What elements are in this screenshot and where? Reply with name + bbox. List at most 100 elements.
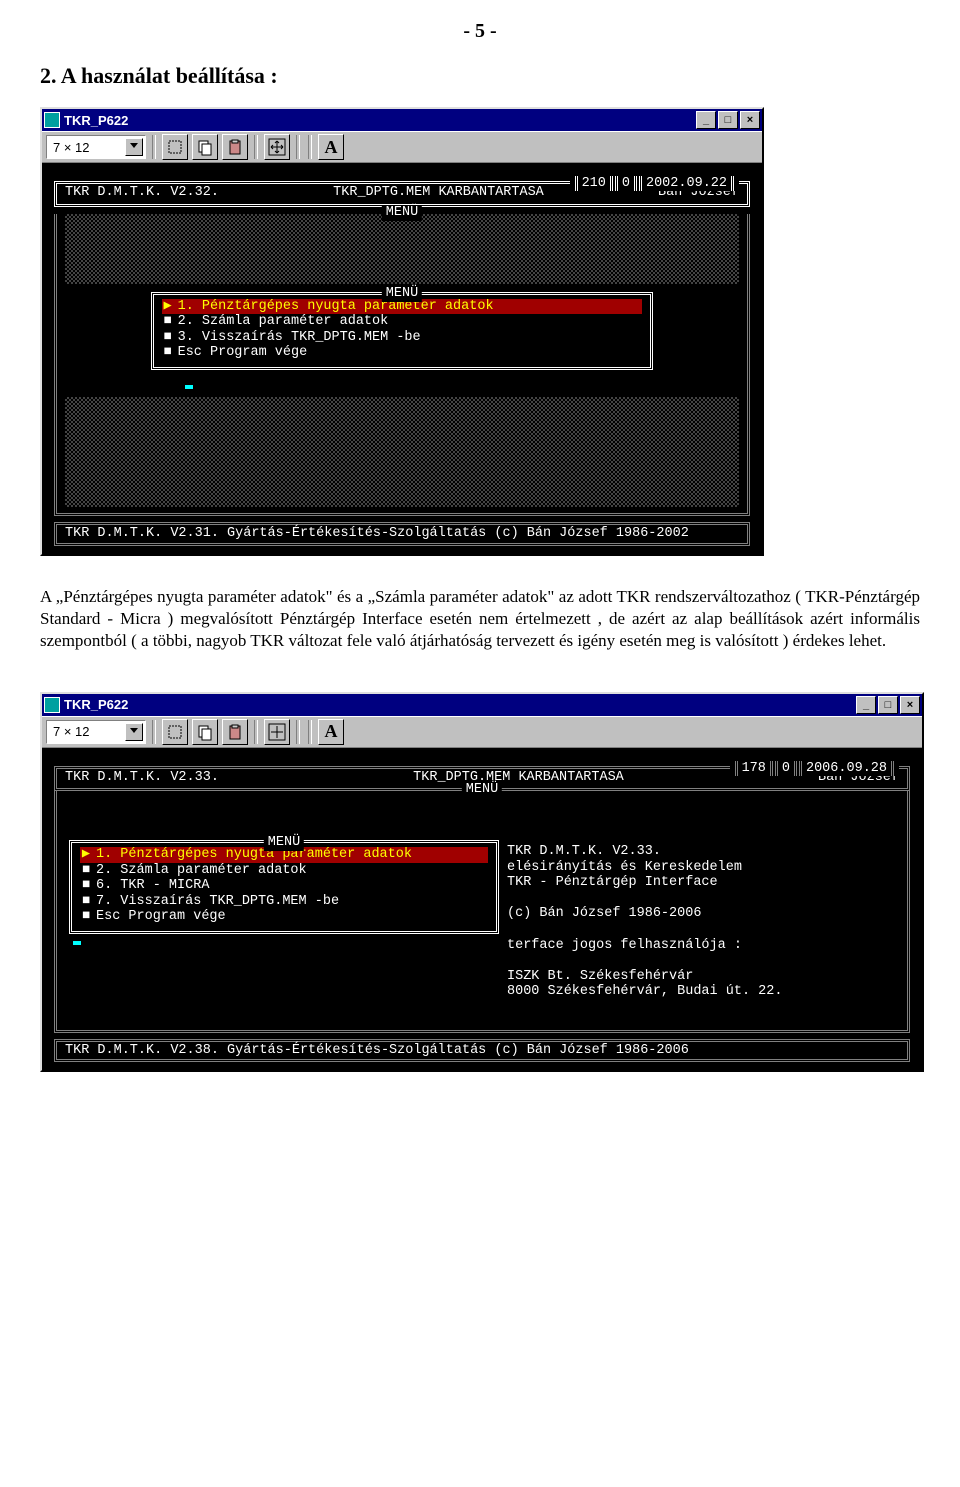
paste-icon[interactable] <box>222 719 248 745</box>
titlebar[interactable]: TKR_P622 _ □ × <box>42 694 922 716</box>
menu-title: MENÜ <box>382 286 422 302</box>
maximize-button[interactable]: □ <box>878 696 898 714</box>
info-line: ISZK Bt. Székesfehérvár <box>507 969 899 985</box>
move-icon[interactable] <box>264 719 290 745</box>
menu-item-label: 2. Számla paraméter adatok <box>174 314 643 330</box>
bullet-icon: ■ <box>80 909 92 925</box>
toolbar-separator <box>152 135 156 159</box>
font-size-select[interactable]: 7 × 12 <box>46 720 146 744</box>
toolbar: 7 × 12 A <box>42 131 762 163</box>
status-right: 2002.09.22 <box>639 176 734 192</box>
dos-menu: MENÜ ▶1. Pénztárgépes nyugta paraméter a… <box>69 840 499 934</box>
dos-header-box: 210 0 2002.09.22 TKR D.M.T.K. V2.32. TKR… <box>54 181 750 207</box>
font-size-value: 7 × 12 <box>53 724 90 739</box>
info-line <box>507 922 899 938</box>
section-title: 2. A használat beállítása : <box>40 63 920 89</box>
status-mid: 0 <box>615 176 637 192</box>
window-2: TKR_P622 _ □ × 7 × 12 <box>40 692 924 1072</box>
select-tool-icon[interactable] <box>162 719 188 745</box>
bullet-icon: ■ <box>80 894 92 910</box>
font-size-value: 7 × 12 <box>53 140 90 155</box>
app-version: TKR D.M.T.K. V2.32. <box>65 185 219 201</box>
dos-subheader-box: MENÜ MENÜ ▶1. Pénztárgépes nyugta paramé… <box>54 214 750 517</box>
move-icon[interactable] <box>264 134 290 160</box>
select-tool-icon[interactable] <box>162 134 188 160</box>
menu-item[interactable]: ■2. Számla paraméter adatok <box>162 314 643 330</box>
toolbar-separator <box>152 720 156 744</box>
menu-title: MENÜ <box>264 835 304 851</box>
menu-item[interactable]: ■7. Visszaírás TKR_DPTG.MEM -be <box>80 894 488 910</box>
menu-item-label: Esc Program vége <box>174 345 643 361</box>
menu-item[interactable]: ■6. TKR - MICRA <box>80 878 488 894</box>
subheader-label: MENÜ <box>462 782 502 798</box>
window-1: TKR_P622 _ □ × 7 × 12 <box>40 107 764 556</box>
status-segment: 210 0 2002.09.22 <box>570 176 739 192</box>
close-button[interactable]: × <box>900 696 920 714</box>
pointer-icon: ▶ <box>80 847 92 863</box>
minimize-button[interactable]: _ <box>856 696 876 714</box>
font-button[interactable]: A <box>318 134 344 160</box>
screen-title: TKR_DPTG.MEM KARBANTARTASA <box>413 770 624 786</box>
info-line <box>507 891 899 907</box>
dos-body-box: MENÜ MENÜ ▶1. Pénztárgépes nyugta paramé… <box>54 790 910 1032</box>
page-number: - 5 - <box>40 20 920 43</box>
menu-item-label: 3. Visszaírás TKR_DPTG.MEM -be <box>174 330 643 346</box>
cursor-icon <box>73 941 81 945</box>
close-button[interactable]: × <box>740 111 760 129</box>
info-line: 8000 Székesfehérvár, Budai út. 22. <box>507 984 899 1000</box>
body-paragraph: A „Pénztárgépes nyugta paraméter adatok"… <box>40 586 920 652</box>
menu-item-label: 7. Visszaírás TKR_DPTG.MEM -be <box>92 894 488 910</box>
cursor-icon <box>185 385 193 389</box>
menu-item[interactable]: ■Esc Program vége <box>162 345 643 361</box>
info-line <box>507 953 899 969</box>
bullet-icon: ■ <box>162 314 174 330</box>
app-version: TKR D.M.T.K. V2.33. <box>65 770 219 786</box>
menu-item[interactable]: ■Esc Program vége <box>80 909 488 925</box>
pointer-icon: ▶ <box>162 299 174 315</box>
app-icon <box>44 112 60 128</box>
font-button[interactable]: A <box>318 719 344 745</box>
footer-text: TKR D.M.T.K. V2.38. Gyártás-Értékesítés-… <box>65 1043 689 1058</box>
status-left: 178 <box>735 761 773 777</box>
toolbar-separator <box>308 720 312 744</box>
status-left: 210 <box>575 176 613 192</box>
maximize-button[interactable]: □ <box>718 111 738 129</box>
bullet-icon: ■ <box>80 863 92 879</box>
menu-item[interactable]: ■3. Visszaírás TKR_DPTG.MEM -be <box>162 330 643 346</box>
copy-icon[interactable] <box>192 719 218 745</box>
subheader-label: MENÜ <box>382 205 422 221</box>
toolbar-separator <box>296 720 300 744</box>
dos-footer-box: TKR D.M.T.K. V2.38. Gyártás-Értékesítés-… <box>54 1039 910 1063</box>
paste-icon[interactable] <box>222 134 248 160</box>
menu-item-label: Esc Program vége <box>92 909 488 925</box>
bullet-icon: ■ <box>162 330 174 346</box>
toolbar-separator <box>308 135 312 159</box>
titlebar[interactable]: TKR_P622 _ □ × <box>42 109 762 131</box>
dos-screen: 210 0 2002.09.22 TKR D.M.T.K. V2.32. TKR… <box>42 163 762 554</box>
info-line: elésirányítás és Kereskedelem <box>507 860 899 876</box>
menu-item[interactable]: ■2. Számla paraméter adatok <box>80 863 488 879</box>
dos-fill-area <box>65 397 739 507</box>
dos-screen: 178 0 2006.09.28 TKR D.M.T.K. V2.33. TKR… <box>42 748 922 1070</box>
toolbar-separator <box>296 135 300 159</box>
toolbar-separator <box>254 720 258 744</box>
minimize-button[interactable]: _ <box>696 111 716 129</box>
copy-icon[interactable] <box>192 134 218 160</box>
info-line: TKR D.M.T.K. V2.33. <box>507 844 899 860</box>
info-line: TKR - Pénztárgép Interface <box>507 875 899 891</box>
menu-item-label: 2. Számla paraméter adatok <box>92 863 488 879</box>
bullet-icon: ■ <box>162 345 174 361</box>
toolbar-separator <box>254 135 258 159</box>
screen-title: TKR_DPTG.MEM KARBANTARTASA <box>333 185 544 201</box>
toolbar: 7 × 12 A <box>42 716 922 748</box>
menu-item-label: 6. TKR - MICRA <box>92 878 488 894</box>
font-size-select[interactable]: 7 × 12 <box>46 135 146 159</box>
footer-text: TKR D.M.T.K. V2.31. Gyártás-Értékesítés-… <box>65 526 689 541</box>
window-title: TKR_P622 <box>64 697 856 712</box>
dos-fill-area <box>65 214 739 284</box>
status-mid: 0 <box>775 761 797 777</box>
bullet-icon: ■ <box>80 878 92 894</box>
info-line: (c) Bán József 1986-2006 <box>507 906 899 922</box>
info-line: terface jogos felhasználója : <box>507 938 899 954</box>
status-right: 2006.09.28 <box>799 761 894 777</box>
